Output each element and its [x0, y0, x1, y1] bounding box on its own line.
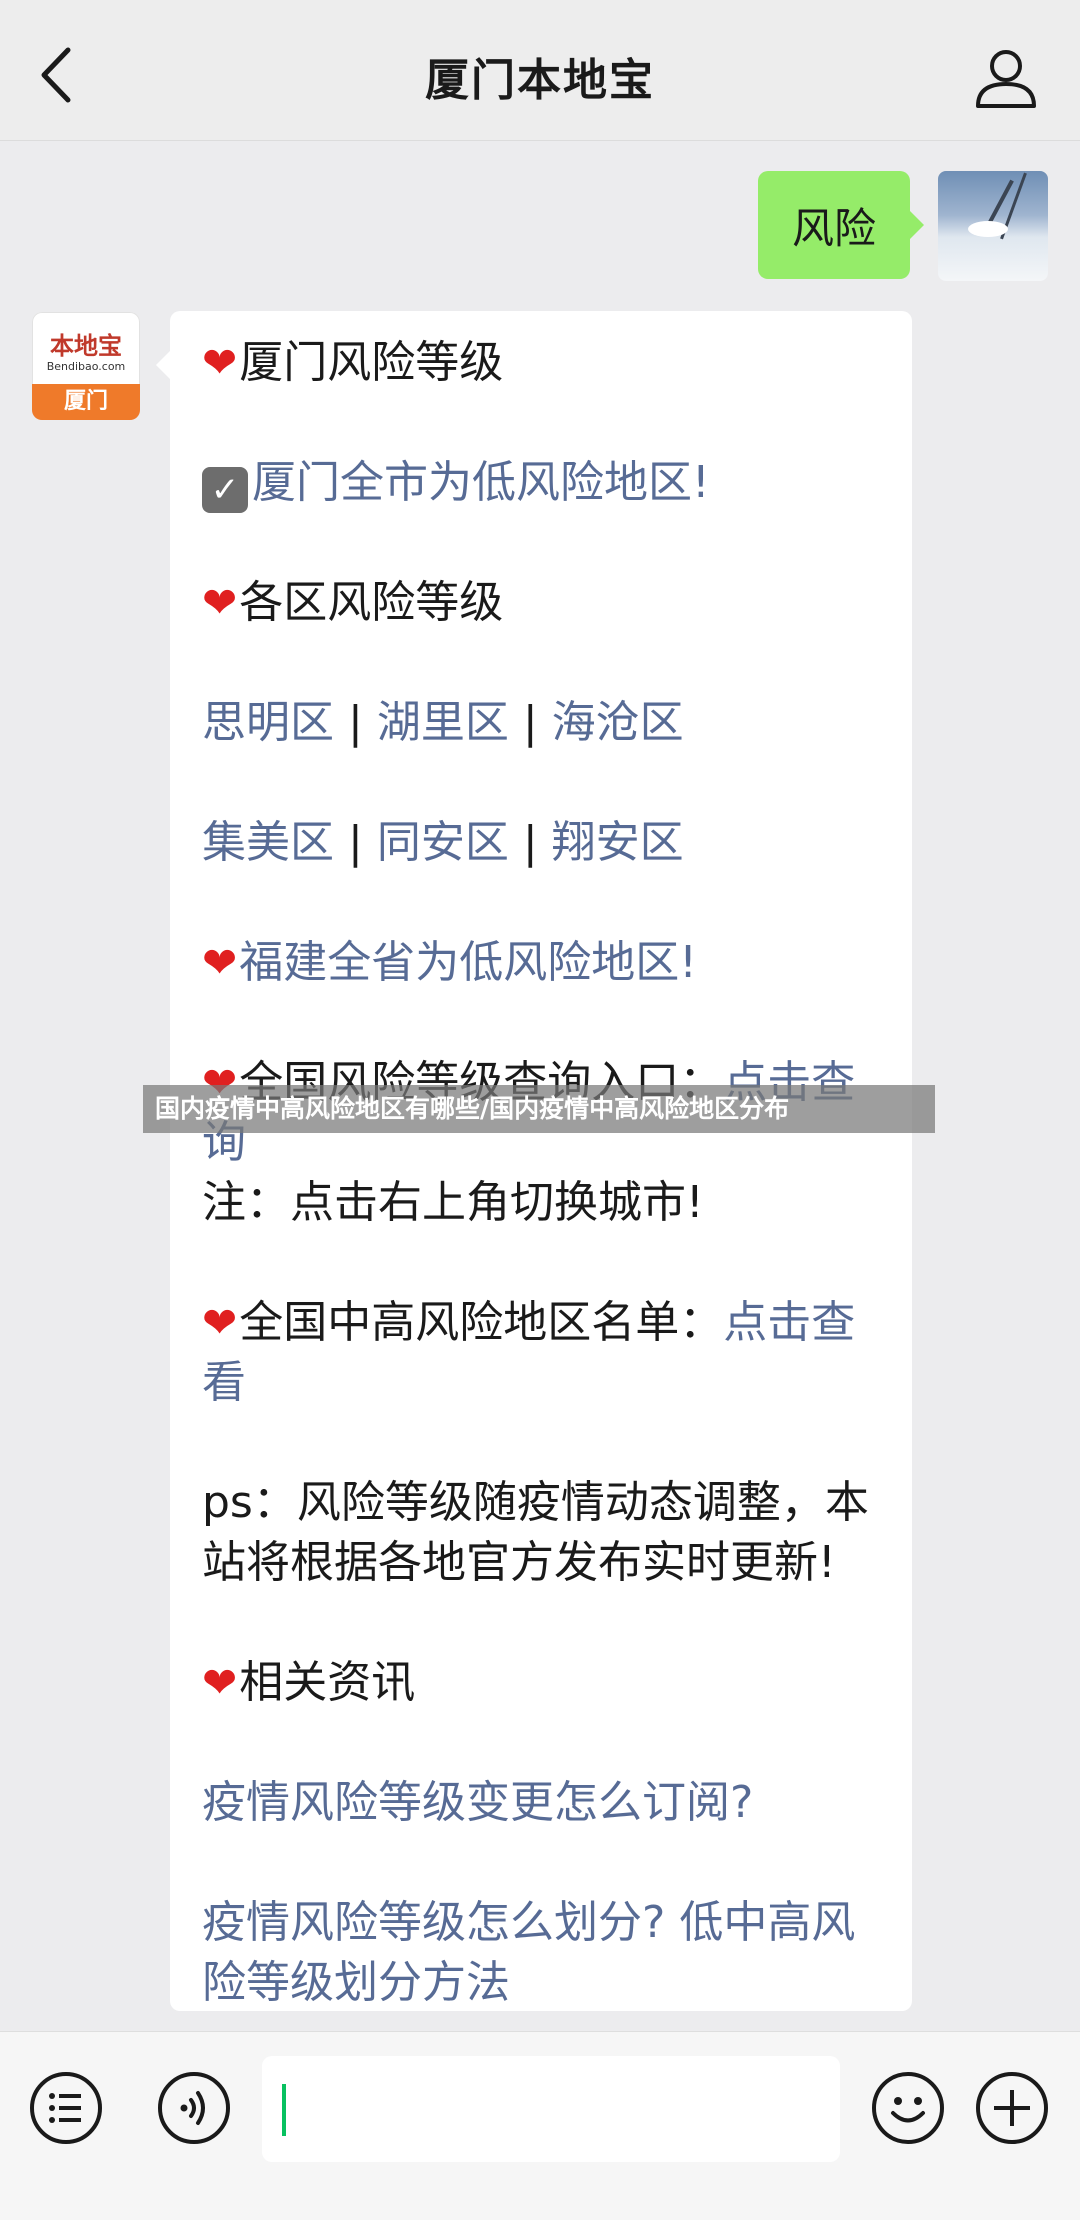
bot-message-bubble[interactable]: ❤厦门风险等级 ✓ 厦门全市为低风险地区! ❤各区风险等级 思明区 | 湖里区 |… [156, 311, 912, 2013]
related-link-levels-cont[interactable]: 险等级划分方法 [202, 1953, 882, 2013]
list-menu-icon[interactable] [30, 2072, 102, 2144]
logo-url: Bendibao.com [46, 360, 126, 373]
separator: | [348, 817, 363, 868]
page-title: 厦门本地宝 [425, 55, 655, 106]
district-link-haicang[interactable]: 海沧区 [552, 697, 684, 748]
related-heading: ❤相关资讯 [202, 1657, 416, 1708]
heading-risk: ❤厦门风险等级 [202, 337, 504, 388]
province-status-link[interactable]: 福建全省为低风险地区! [239, 937, 697, 988]
district-link-tongan[interactable]: 同安区 [377, 817, 509, 868]
district-link-siming[interactable]: 思明区 [202, 697, 334, 748]
city-status-link[interactable]: 厦门全市为低风险地区! [252, 457, 710, 508]
checkbox-icon: ✓ [202, 467, 248, 513]
heart-icon: ❤ [202, 578, 238, 627]
related-link-levels[interactable]: 疫情风险等级怎么划分? 低中高风 [202, 1893, 882, 1953]
voice-icon[interactable] [158, 2072, 230, 2144]
my-message-bubble[interactable]: 风险 [757, 171, 925, 279]
my-avatar[interactable] [938, 171, 1048, 281]
text-cursor [282, 2084, 286, 2136]
list-query-link[interactable]: 点击查 [723, 1297, 855, 1348]
heart-icon: ❤ [202, 1298, 238, 1347]
district-row-2: 集美区 | 同安区 | 翔安区 [202, 813, 882, 873]
note-text: 注：点击右上角切换城市! [202, 1177, 704, 1228]
plus-icon[interactable] [976, 2072, 1048, 2144]
province-status[interactable]: ❤福建全省为低风险地区! [202, 933, 882, 993]
separator: | [522, 697, 538, 748]
district-row-1: 思明区 | 湖里区 | 海沧区 [202, 693, 882, 753]
heart-icon: ❤ [202, 338, 238, 387]
heart-icon: ❤ [202, 938, 238, 987]
city-status[interactable]: ✓ 厦门全市为低风险地区! [202, 453, 882, 513]
district-link-jimei[interactable]: 集美区 [202, 817, 334, 868]
logo-brand: 本地宝 [50, 331, 122, 360]
person-icon[interactable] [972, 44, 1040, 112]
top-bar: 厦门本地宝 [0, 0, 1080, 141]
bot-avatar[interactable]: 本地宝 Bendibao.com 厦门 [32, 312, 140, 420]
list-query: ❤全国中高风险地区名单：点击查 [202, 1297, 856, 1348]
ps-text-1: ps：风险等级随疫情动态调整，本 [202, 1477, 869, 1528]
related-link-subscribe[interactable]: 疫情风险等级变更怎么订阅? [202, 1773, 882, 1833]
emoji-icon[interactable] [872, 2072, 944, 2144]
separator: | [522, 817, 538, 868]
my-message-text: 风险 [791, 203, 876, 253]
logo-city: 厦门 [32, 384, 140, 420]
district-link-huli[interactable]: 湖里区 [377, 697, 509, 748]
district-link-xiangan[interactable]: 翔安区 [552, 817, 684, 868]
heart-icon: ❤ [202, 1658, 238, 1707]
ps-text-2: 站将根据各地官方发布实时更新! [202, 1537, 836, 1588]
list-query-link-cont[interactable]: 看 [202, 1357, 246, 1408]
separator: | [348, 697, 363, 748]
input-bar [0, 2031, 1080, 2220]
message-input[interactable] [262, 2056, 840, 2162]
watermark-caption: 国内疫情中高风险地区有哪些/国内疫情中高风险地区分布 [143, 1085, 935, 1133]
heading-district: ❤各区风险等级 [202, 577, 504, 628]
